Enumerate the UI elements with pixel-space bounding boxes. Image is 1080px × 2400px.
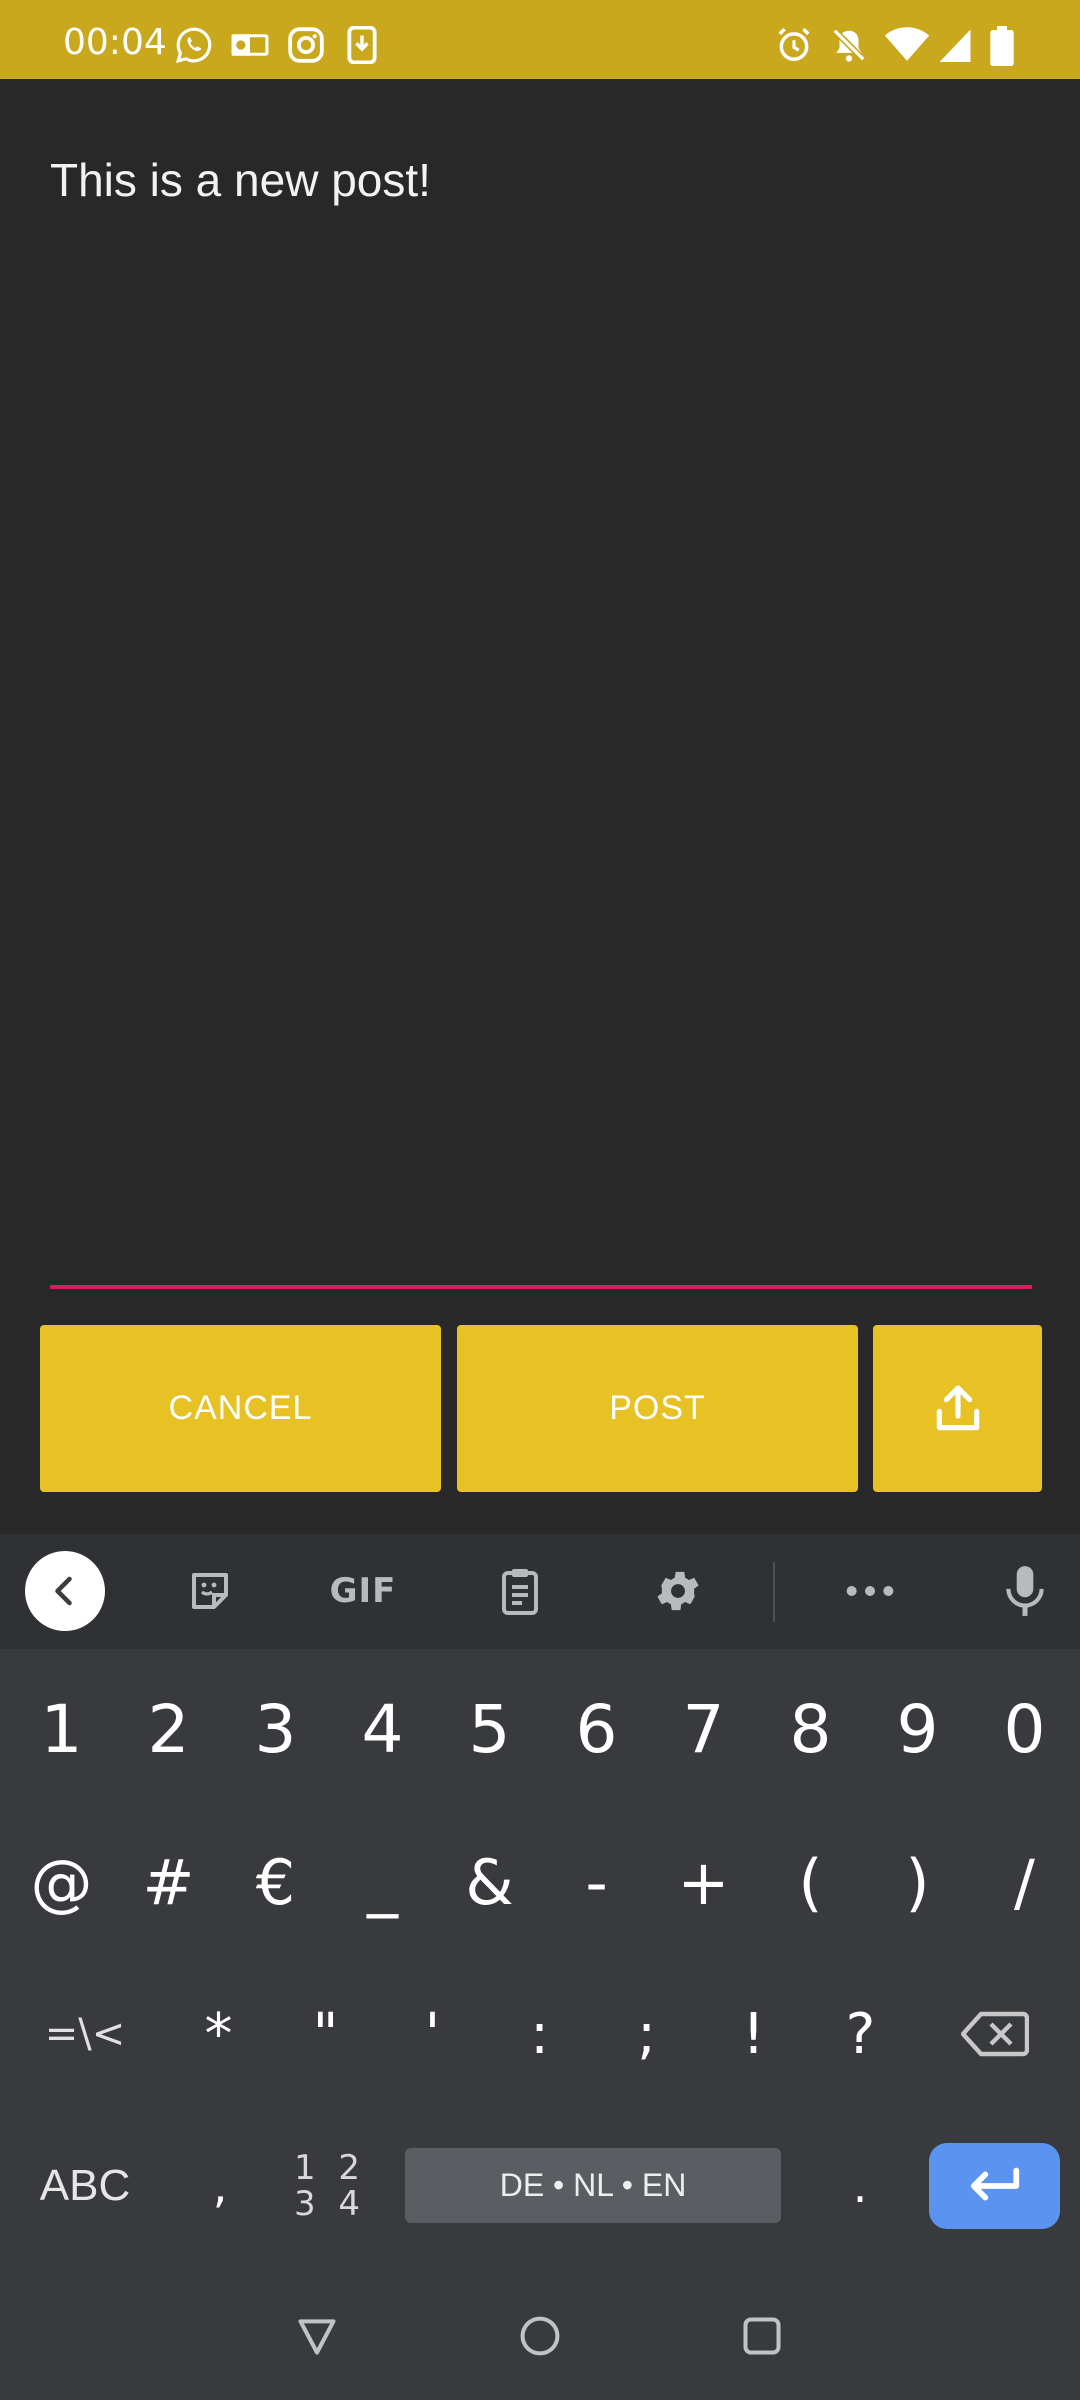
key-enter[interactable] [929,2143,1060,2229]
settings-button[interactable] [638,1556,718,1626]
alarm-icon [778,27,810,61]
instagram-icon [288,27,324,63]
keyboard-back-button[interactable] [25,1551,105,1631]
mic-icon [1006,1566,1044,1616]
key-space[interactable]: DE • NL • EN [405,2148,781,2223]
input-underline [50,1285,1032,1289]
key-6[interactable]: 6 [543,1654,650,1804]
keyboard-row-symbols: @ # € _ & - + ( ) / [0,1807,1080,1957]
key-4[interactable]: 4 [329,1654,436,1804]
share-upload-icon [936,1384,979,1430]
key-5[interactable]: 5 [436,1654,543,1804]
battery-icon [990,26,1014,66]
gif-button[interactable]: GIF [318,1556,408,1626]
key-paren-open[interactable]: ( [757,1807,864,1957]
key-colon[interactable]: : [486,1959,593,2109]
key-euro[interactable]: € [222,1807,329,1957]
compose-area: This is a new post! CANCEL POST [0,79,1080,1534]
post-button[interactable]: POST [457,1325,858,1492]
signal-icon [939,29,971,62]
key-backspace[interactable] [935,1959,1055,2109]
status-bar: 00:04 [0,0,1080,79]
key-plus[interactable]: + [650,1807,757,1957]
key-slash[interactable]: / [971,1807,1078,1957]
status-time: 00:04 [63,22,167,63]
key-single-quote[interactable]: ' [379,1959,486,2109]
key-2[interactable]: 2 [115,1654,222,1804]
keyboard: GIF 1 2 3 4 5 6 7 8 9 0 @ # € _ & - + (… [0,1534,1080,2286]
key-semicolon[interactable]: ; [593,1959,700,2109]
key-0[interactable]: 0 [971,1654,1078,1804]
keyboard-row-bottom: ABC , 1 2 3 4 DE • NL • EN . [0,2111,1080,2261]
bell-off-icon [832,28,866,62]
home-circle-icon[interactable] [518,2314,562,2358]
cancel-button[interactable]: CANCEL [40,1325,441,1492]
clipboard-icon [502,1569,538,1615]
key-3[interactable]: 3 [222,1654,329,1804]
post-text-input[interactable]: This is a new post! [50,153,1030,207]
navigation-bar [0,2286,1080,2400]
more-icon [846,1586,894,1596]
key-comma[interactable]: , [170,2111,270,2261]
key-9[interactable]: 9 [864,1654,971,1804]
key-8[interactable]: 8 [757,1654,864,1804]
key-abc[interactable]: ABC [20,2111,150,2261]
key-numpad[interactable]: 1 2 3 4 [275,2111,385,2261]
key-exclamation[interactable]: ! [700,1959,807,2109]
key-double-quote[interactable]: " [272,1959,379,2109]
keyboard-row-punctuation: =\< * " ' : ; ! ? [0,1959,1080,2109]
key-ampersand[interactable]: & [436,1807,543,1957]
key-asterisk[interactable]: * [165,1959,272,2109]
enter-icon [970,2167,1019,2201]
mic-button[interactable] [990,1556,1060,1626]
toolbar-divider [773,1562,775,1622]
key-minus[interactable]: - [543,1807,650,1957]
back-icon [55,1576,72,1606]
keyboard-toolbar: GIF [0,1534,1080,1649]
key-question[interactable]: ? [807,1959,914,2109]
settings-icon [657,1571,699,1611]
keyboard-row-numbers: 1 2 3 4 5 6 7 8 9 0 [0,1654,1080,1804]
key-1[interactable]: 1 [8,1654,115,1804]
share-button[interactable] [873,1325,1042,1492]
sticker-button[interactable] [170,1556,250,1626]
whatsapp-icon [175,27,212,64]
key-hash[interactable]: # [115,1807,222,1957]
key-paren-close[interactable]: ) [864,1807,971,1957]
outlook-icon [231,34,269,56]
backspace-icon [961,2011,1029,2057]
wifi-icon [884,27,930,61]
key-period[interactable]: . [810,2111,910,2261]
key-7[interactable]: 7 [650,1654,757,1804]
more-button[interactable] [830,1556,910,1626]
clipboard-button[interactable] [480,1556,560,1626]
key-at[interactable]: @ [8,1807,115,1957]
key-more-symbols[interactable]: =\< [20,1959,150,2109]
back-triangle-icon[interactable] [295,2314,339,2358]
sticker-icon [192,1573,228,1609]
key-underscore[interactable]: _ [329,1807,436,1957]
recents-square-icon[interactable] [740,2314,784,2358]
download-icon [347,26,377,64]
